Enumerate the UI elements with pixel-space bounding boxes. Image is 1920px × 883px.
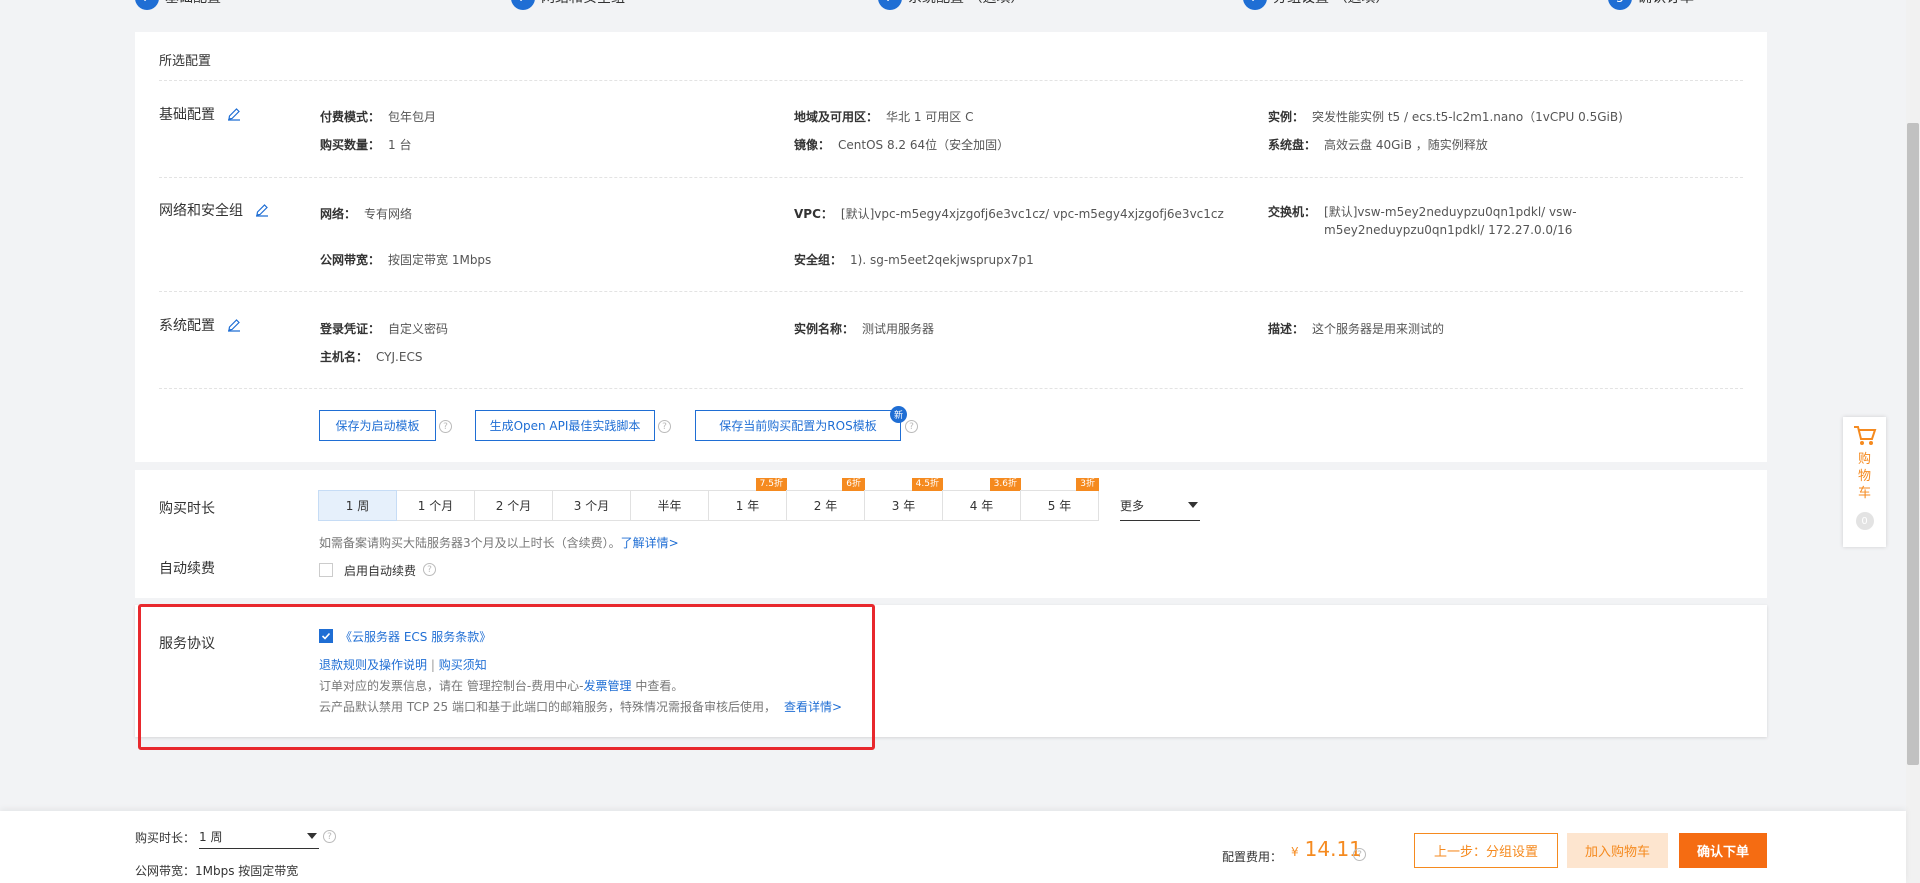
security-group: 安全组： 1). sg-m5eet2qekjwsprupx7p1 [794, 253, 1034, 267]
system-disk: 系统盘： 高效云盘 40GiB ，随实例释放 [1268, 138, 1488, 152]
network-type: 网络： 专有网络 [320, 207, 413, 221]
auto-renew-checkbox[interactable] [319, 563, 333, 577]
auto-renew-text: 启用自动续费 [344, 564, 417, 578]
help-icon[interactable]: ? [905, 420, 918, 433]
discount-badge: 4.5折 [911, 478, 943, 491]
edit-icon[interactable] [255, 203, 269, 217]
quantity: 购买数量： 1 台 [320, 138, 412, 152]
filing-note: 如需备案请购买大陆服务器3个月及以上时长（含续费）。了解详情> [319, 536, 679, 550]
duration-more-select[interactable]: 更多 [1120, 490, 1200, 521]
help-icon[interactable]: ? [658, 420, 671, 433]
prev-step-button[interactable]: 上一步：分组设置 [1414, 833, 1558, 868]
discount-badge: 3.6折 [989, 478, 1021, 491]
caret-down-icon [307, 833, 317, 839]
edit-icon[interactable] [227, 107, 241, 121]
divider [159, 177, 1743, 178]
edit-icon[interactable] [227, 318, 241, 332]
step-group[interactable]: ✓ 分组设置 （选填） [1243, 0, 1389, 10]
check-icon: ✓ [878, 0, 902, 10]
duration-option-half-year[interactable]: 半年 [630, 490, 709, 521]
section-basic-title: 基础配置 [159, 104, 241, 124]
price-label: 配置费用： [1222, 850, 1283, 864]
caret-down-icon [1188, 502, 1198, 508]
discount-badge: 6折 [842, 478, 865, 491]
duration-option-3-years[interactable]: 3 年 4.5折 [864, 478, 943, 521]
section-system-title: 系统配置 [159, 315, 241, 335]
discount-badge: 7.5折 [755, 478, 787, 491]
divider [159, 80, 1743, 81]
divider [159, 388, 1743, 389]
panel-title: 所选配置 [159, 54, 212, 69]
hostname: 主机名： CYJ.ECS [320, 350, 423, 364]
check-icon: ✓ [511, 0, 535, 10]
cart-widget[interactable]: 购物车 0 [1843, 417, 1886, 547]
duration-option-2-years[interactable]: 2 年 6折 [786, 478, 865, 521]
duration-label: 购买时长 [159, 501, 215, 517]
highlight-box [138, 604, 875, 750]
cart-icon [1853, 426, 1876, 445]
billing-mode: 付费模式： 包年包月 [320, 110, 437, 124]
public-bandwidth: 公网带宽： 按固定带宽 1Mbps [320, 253, 492, 267]
vswitch: 交换机： [默认]vsw-m5ey2neduypzu0qn1pdkl/ vsw-m… [1268, 205, 1577, 237]
check-icon: ✓ [135, 0, 159, 10]
region: 地域及可用区： 华北 1 可用区 C [794, 110, 974, 124]
login-credential: 登录凭证： 自定义密码 [320, 322, 449, 336]
step-network[interactable]: ✓ 网络和安全组 [511, 0, 625, 10]
discount-badge: 3折 [1076, 478, 1099, 491]
help-icon[interactable]: ? [423, 563, 436, 576]
generate-api-script-button[interactable]: 生成Open API最佳实践脚本 [475, 410, 655, 441]
stepper: ✓ 基础配置 ✓ 网络和安全组 ✓ 系统配置 （选填） ✓ 分组设置 （选填） … [135, 0, 1765, 12]
step-system[interactable]: ✓ 系统配置 （选填） [878, 0, 1024, 10]
duration-option-5-years[interactable]: 5 年 3折 [1020, 478, 1099, 521]
selected-config-panel: 所选配置 基础配置 付费模式： 包年包月 地域及可用区： 华北 1 可用区 C 实例… [135, 32, 1767, 462]
duration-option-3-months[interactable]: 3 个月 [552, 490, 631, 521]
check-icon: ✓ [1243, 0, 1267, 10]
cart-label: 购物车 [1857, 452, 1871, 501]
help-icon[interactable]: ? [323, 830, 336, 843]
footer-bar: 购买时长： 1 周 ? 公网带宽：1Mbps 按固定带宽 配置费用： ¥14.1… [0, 811, 1906, 883]
new-badge: 新 [890, 406, 907, 423]
image: 镜像： CentOS 8.2 64位（安全加固） [794, 138, 1010, 152]
footer-duration-select[interactable]: 1 周 [199, 824, 319, 849]
cart-count-badge: 0 [1855, 512, 1874, 530]
step-number: 5 [1608, 0, 1632, 10]
duration-option-2-months[interactable]: 2 个月 [474, 490, 553, 521]
confirm-order-button[interactable]: 确认下单 [1679, 833, 1767, 868]
instance-name: 实例名称： 测试用服务器 [794, 322, 935, 336]
duration-option-1-week[interactable]: 1 周 [318, 490, 397, 521]
duration-option-1-month[interactable]: 1 个月 [396, 490, 475, 521]
step-basic[interactable]: ✓ 基础配置 [135, 0, 221, 10]
divider [159, 291, 1743, 292]
help-icon[interactable]: ? [1353, 848, 1366, 861]
footer-bandwidth: 公网带宽：1Mbps 按固定带宽 [135, 864, 299, 878]
footer-duration-label: 购买时长： [135, 831, 196, 845]
learn-more-link[interactable]: 了解详情> [621, 536, 679, 550]
duration-panel: 购买时长 1 周 1 个月 2 个月 3 个月 半年 1 年 7.5折 2 年 6折… [135, 470, 1767, 598]
description: 描述： 这个服务器是用来测试的 [1268, 322, 1445, 336]
duration-option-1-year[interactable]: 1 年 7.5折 [708, 478, 787, 521]
save-launch-template-button[interactable]: 保存为启动模板 [319, 410, 436, 441]
auto-renew-label: 自动续费 [159, 561, 215, 577]
scrollbar-thumb[interactable] [1907, 123, 1919, 765]
step-confirm: 5 确认订单 [1608, 0, 1694, 10]
duration-option-4-years[interactable]: 4 年 3.6折 [942, 478, 1021, 521]
help-icon[interactable]: ? [439, 420, 452, 433]
vpc: VPC： [默认]vpc-m5egy4xjzgofj6e3vc1cz/ vpc-m… [794, 207, 1224, 221]
section-network-title: 网络和安全组 [159, 200, 269, 220]
save-ros-template-button[interactable]: 保存当前购买配置为ROS模板 [695, 410, 901, 441]
duration-options: 1 周 1 个月 2 个月 3 个月 半年 1 年 7.5折 2 年 6折 3 年4… [318, 478, 1099, 521]
instance: 实例： 突发性能实例 t5 / ecs.t5-lc2m1.nano（1vCPU 0… [1268, 110, 1623, 124]
add-to-cart-button[interactable]: 加入购物车 [1567, 833, 1668, 868]
price-value: ¥14.11 [1291, 837, 1362, 861]
